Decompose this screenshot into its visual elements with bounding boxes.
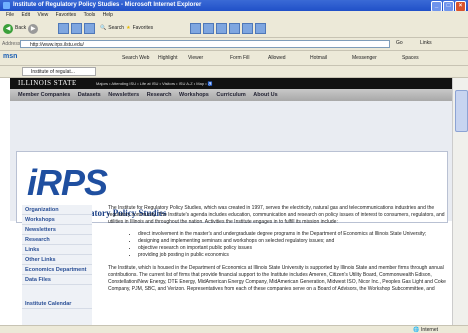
nav-member-companies[interactable]: Member Companies bbox=[18, 92, 70, 98]
menu-tools[interactable]: Tools bbox=[84, 12, 96, 18]
links-button[interactable]: Links bbox=[420, 40, 432, 46]
search-button[interactable]: Search bbox=[108, 23, 124, 34]
browser-window: Institute of Regulatory Policy Studies -… bbox=[0, 0, 468, 333]
sidebar-item-data-files[interactable]: Data Files bbox=[22, 275, 92, 285]
address-bar: Address http://www.irps.ilstu.edu/ Go Li… bbox=[0, 38, 468, 51]
nav-newsletters[interactable]: Newsletters bbox=[108, 92, 139, 98]
isu-top-links[interactable]: Majors • Attending ISU • Life at ISU • V… bbox=[96, 81, 213, 86]
messenger-icon[interactable] bbox=[255, 23, 266, 34]
print-icon[interactable] bbox=[216, 23, 227, 34]
stop-icon[interactable] bbox=[58, 23, 69, 34]
spaces-button[interactable]: Spaces bbox=[402, 55, 419, 61]
status-bar: 🌐 Internet bbox=[0, 325, 468, 333]
sidebar-item-economics-department[interactable]: Economics Department bbox=[22, 265, 92, 275]
back-arrow-icon[interactable]: ◀ bbox=[3, 23, 13, 34]
sidebar-item-workshops[interactable]: Workshops bbox=[22, 215, 92, 225]
sidebar-item-research[interactable]: Research bbox=[22, 235, 92, 245]
list-item: designing and implementing seminars and … bbox=[138, 238, 448, 245]
search-icon[interactable]: 🔍 bbox=[100, 23, 106, 34]
nav-datasets[interactable]: Datasets bbox=[78, 92, 101, 98]
msn-logo: msn bbox=[3, 53, 18, 60]
illinois-state-logo[interactable]: ILLINOIS STATE bbox=[18, 79, 77, 87]
list-item: objective research on important public p… bbox=[138, 245, 448, 252]
main-content: The Institute for Regulatory Policy Stud… bbox=[108, 205, 448, 298]
list-item: direct involvement in the master's and u… bbox=[138, 231, 448, 238]
menu-bar: File Edit View Favorites Tools Help bbox=[0, 11, 468, 20]
nav-workshops[interactable]: Workshops bbox=[179, 92, 209, 98]
nav-curriculum[interactable]: Curriculum bbox=[216, 92, 245, 98]
standard-toolbar: ◀ Back ▶ 🔍 Search ★ Favorites bbox=[0, 20, 468, 38]
history-icon[interactable] bbox=[190, 23, 201, 34]
address-input[interactable]: http://www.irps.ilstu.edu/ bbox=[20, 40, 390, 48]
sidebar-item-links[interactable]: Links bbox=[22, 245, 92, 255]
nav-about-us[interactable]: About Us bbox=[253, 92, 277, 98]
edit-icon[interactable] bbox=[229, 23, 240, 34]
discuss-icon[interactable] bbox=[242, 23, 253, 34]
zone-label: Internet bbox=[421, 327, 438, 333]
menu-view[interactable]: View bbox=[37, 12, 48, 18]
viewer-button[interactable]: Viewer bbox=[188, 55, 203, 61]
menu-edit[interactable]: Edit bbox=[21, 12, 30, 18]
internet-zone: 🌐 Internet bbox=[413, 327, 438, 333]
sidebar-item-calendar[interactable]: Institute Calendar bbox=[22, 299, 92, 309]
activities-list: direct involvement in the master's and u… bbox=[108, 231, 448, 259]
window-title: Institute of Regulatory Policy Studies -… bbox=[13, 2, 202, 8]
menu-favorites[interactable]: Favorites bbox=[56, 12, 77, 18]
sidebar-item-other-links[interactable]: Other Links bbox=[22, 255, 92, 265]
support-paragraph: The Institute, which is housed in the De… bbox=[108, 265, 446, 292]
irps-logo: iRPS bbox=[27, 162, 108, 203]
favorites-button[interactable]: Favorites bbox=[133, 23, 154, 34]
ie-icon bbox=[3, 2, 10, 9]
intro-paragraph: The Institute for Regulatory Policy Stud… bbox=[108, 205, 445, 225]
menu-help[interactable]: Help bbox=[103, 12, 113, 18]
search-web-button[interactable]: Search Web bbox=[122, 55, 149, 61]
sidebar-nav: Organization Workshops Newsletters Resea… bbox=[22, 205, 92, 333]
site-nav: Member Companies Datasets Newsletters Re… bbox=[10, 89, 452, 101]
msn-toolbar: msn Search Web Highlight Viewer Form Fil… bbox=[0, 51, 468, 66]
sidebar-item-newsletters[interactable]: Newsletters bbox=[22, 225, 92, 235]
refresh-icon[interactable] bbox=[71, 23, 82, 34]
scroll-thumb[interactable] bbox=[455, 90, 468, 132]
tab-irps[interactable]: Institute of regulat... bbox=[22, 67, 96, 76]
favorites-star-icon[interactable]: ★ bbox=[126, 23, 130, 34]
address-label: Address bbox=[2, 41, 21, 47]
messenger-button[interactable]: Messenger bbox=[352, 55, 377, 61]
mail-icon[interactable] bbox=[203, 23, 214, 34]
go-button[interactable]: Go bbox=[396, 40, 403, 46]
back-button[interactable]: Back bbox=[15, 23, 26, 34]
header-panel: iRPS Institute of Regulatory Policy Stud… bbox=[10, 101, 452, 223]
forward-arrow-icon[interactable]: ▶ bbox=[28, 23, 39, 34]
list-item: providing job posting in public economic… bbox=[138, 252, 448, 259]
menu-file[interactable]: File bbox=[6, 12, 14, 18]
vertical-scrollbar[interactable] bbox=[452, 78, 468, 325]
highlight-button[interactable]: Highlight bbox=[158, 55, 177, 61]
form-fill-button[interactable]: Form Fill bbox=[230, 55, 249, 61]
allowed-button[interactable]: Allowed bbox=[268, 55, 286, 61]
sidebar-item-organization[interactable]: Organization bbox=[22, 205, 92, 215]
title-bar: Institute of Regulatory Policy Studies -… bbox=[0, 0, 468, 12]
illinois-state-header: ILLINOIS STATE Majors • Attending ISU • … bbox=[10, 78, 452, 89]
hotmail-button[interactable]: Hotmail bbox=[310, 55, 327, 61]
home-icon[interactable] bbox=[84, 23, 95, 34]
tab-bar: Institute of regulat... bbox=[0, 66, 468, 78]
nav-research[interactable]: Research bbox=[147, 92, 172, 98]
